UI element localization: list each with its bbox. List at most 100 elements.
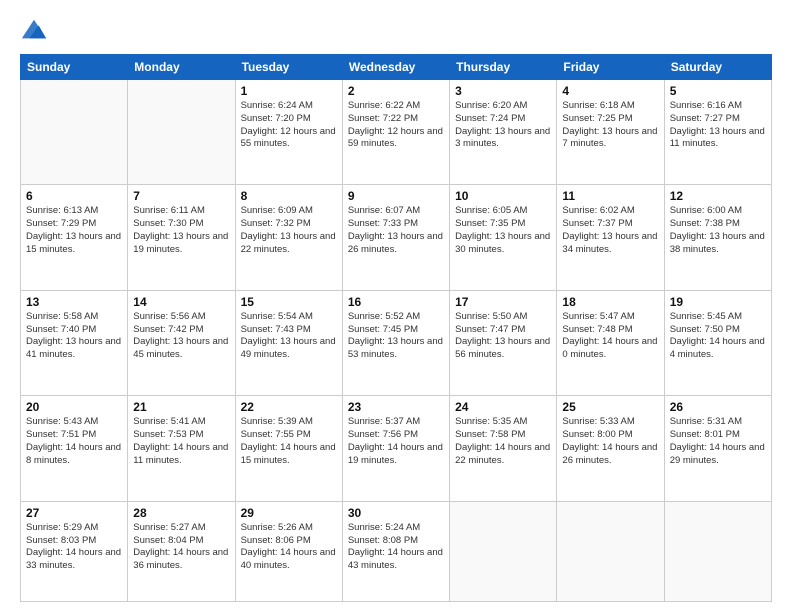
calendar-cell: 11 Sunrise: 6:02 AMSunset: 7:37 PMDayligh… bbox=[557, 185, 664, 290]
day-number: 18 bbox=[562, 295, 658, 309]
calendar-cell: 13 Sunrise: 5:58 AMSunset: 7:40 PMDayligh… bbox=[21, 290, 128, 395]
day-number: 6 bbox=[26, 189, 122, 203]
day-number: 28 bbox=[133, 506, 229, 520]
day-number: 26 bbox=[670, 400, 766, 414]
header bbox=[20, 16, 772, 44]
day-number: 17 bbox=[455, 295, 551, 309]
day-info: Sunrise: 6:09 AMSunset: 7:32 PMDaylight:… bbox=[241, 205, 337, 256]
day-info: Sunrise: 5:35 AMSunset: 7:58 PMDaylight:… bbox=[455, 416, 551, 467]
day-info: Sunrise: 5:39 AMSunset: 7:55 PMDaylight:… bbox=[241, 416, 337, 467]
calendar-cell: 26 Sunrise: 5:31 AMSunset: 8:01 PMDayligh… bbox=[664, 396, 771, 501]
day-number: 24 bbox=[455, 400, 551, 414]
day-number: 16 bbox=[348, 295, 444, 309]
calendar-table: SundayMondayTuesdayWednesdayThursdayFrid… bbox=[20, 54, 772, 602]
day-number: 10 bbox=[455, 189, 551, 203]
day-number: 19 bbox=[670, 295, 766, 309]
day-info: Sunrise: 6:16 AMSunset: 7:27 PMDaylight:… bbox=[670, 100, 766, 151]
day-number: 27 bbox=[26, 506, 122, 520]
calendar-cell bbox=[450, 501, 557, 601]
calendar-cell: 29Sunrise: 5:26 AMSunset: 8:06 PMDayligh… bbox=[235, 501, 342, 601]
day-number: 25 bbox=[562, 400, 658, 414]
calendar-cell: 18 Sunrise: 5:47 AMSunset: 7:48 PMDayligh… bbox=[557, 290, 664, 395]
day-number: 14 bbox=[133, 295, 229, 309]
calendar-cell: 25Sunrise: 5:33 AMSunset: 8:00 PMDayligh… bbox=[557, 396, 664, 501]
day-info: Sunrise: 5:58 AMSunset: 7:40 PMDaylight:… bbox=[26, 311, 122, 362]
calendar-cell: 8 Sunrise: 6:09 AMSunset: 7:32 PMDaylight… bbox=[235, 185, 342, 290]
calendar-cell: 27 Sunrise: 5:29 AMSunset: 8:03 PMDayligh… bbox=[21, 501, 128, 601]
day-info: Sunrise: 5:26 AMSunset: 8:06 PMDaylight:… bbox=[241, 522, 337, 573]
day-number: 11 bbox=[562, 189, 658, 203]
day-info: Sunrise: 5:54 AMSunset: 7:43 PMDaylight:… bbox=[241, 311, 337, 362]
day-info: Sunrise: 6:00 AMSunset: 7:38 PMDaylight:… bbox=[670, 205, 766, 256]
day-info: Sunrise: 6:18 AMSunset: 7:25 PMDaylight:… bbox=[562, 100, 658, 151]
day-info: Sunrise: 6:22 AMSunset: 7:22 PMDaylight:… bbox=[348, 100, 444, 151]
calendar-cell: 23Sunrise: 5:37 AMSunset: 7:56 PMDayligh… bbox=[342, 396, 449, 501]
logo bbox=[20, 16, 52, 44]
day-number: 7 bbox=[133, 189, 229, 203]
day-number: 13 bbox=[26, 295, 122, 309]
day-number: 1 bbox=[241, 84, 337, 98]
day-info: Sunrise: 5:29 AMSunset: 8:03 PMDaylight:… bbox=[26, 522, 122, 573]
day-number: 15 bbox=[241, 295, 337, 309]
calendar-cell: 17 Sunrise: 5:50 AMSunset: 7:47 PMDayligh… bbox=[450, 290, 557, 395]
calendar-week-row: 27 Sunrise: 5:29 AMSunset: 8:03 PMDayligh… bbox=[21, 501, 772, 601]
calendar-cell: 30 Sunrise: 5:24 AMSunset: 8:08 PMDayligh… bbox=[342, 501, 449, 601]
day-info: Sunrise: 6:24 AMSunset: 7:20 PMDaylight:… bbox=[241, 100, 337, 151]
weekday-header-monday: Monday bbox=[128, 55, 235, 80]
calendar-cell: 12 Sunrise: 6:00 AMSunset: 7:38 PMDayligh… bbox=[664, 185, 771, 290]
calendar-week-row: 1 Sunrise: 6:24 AMSunset: 7:20 PMDaylight… bbox=[21, 80, 772, 185]
calendar-cell: 1 Sunrise: 6:24 AMSunset: 7:20 PMDaylight… bbox=[235, 80, 342, 185]
calendar-cell bbox=[128, 80, 235, 185]
calendar-cell: 21 Sunrise: 5:41 AMSunset: 7:53 PMDayligh… bbox=[128, 396, 235, 501]
calendar-cell: 24 Sunrise: 5:35 AMSunset: 7:58 PMDayligh… bbox=[450, 396, 557, 501]
day-number: 9 bbox=[348, 189, 444, 203]
calendar-cell: 4 Sunrise: 6:18 AMSunset: 7:25 PMDaylight… bbox=[557, 80, 664, 185]
weekday-header-wednesday: Wednesday bbox=[342, 55, 449, 80]
calendar-cell: 15 Sunrise: 5:54 AMSunset: 7:43 PMDayligh… bbox=[235, 290, 342, 395]
day-info: Sunrise: 5:31 AMSunset: 8:01 PMDaylight:… bbox=[670, 416, 766, 467]
calendar-week-row: 13 Sunrise: 5:58 AMSunset: 7:40 PMDayligh… bbox=[21, 290, 772, 395]
day-number: 8 bbox=[241, 189, 337, 203]
day-info: Sunrise: 6:02 AMSunset: 7:37 PMDaylight:… bbox=[562, 205, 658, 256]
day-info: Sunrise: 5:27 AMSunset: 8:04 PMDaylight:… bbox=[133, 522, 229, 573]
calendar-cell: 2 Sunrise: 6:22 AMSunset: 7:22 PMDaylight… bbox=[342, 80, 449, 185]
day-info: Sunrise: 6:20 AMSunset: 7:24 PMDaylight:… bbox=[455, 100, 551, 151]
day-number: 22 bbox=[241, 400, 337, 414]
day-info: Sunrise: 5:37 AMSunset: 7:56 PMDaylight:… bbox=[348, 416, 444, 467]
logo-icon bbox=[20, 16, 48, 44]
calendar-cell: 16 Sunrise: 5:52 AMSunset: 7:45 PMDayligh… bbox=[342, 290, 449, 395]
weekday-header-friday: Friday bbox=[557, 55, 664, 80]
day-info: Sunrise: 6:05 AMSunset: 7:35 PMDaylight:… bbox=[455, 205, 551, 256]
day-info: Sunrise: 5:43 AMSunset: 7:51 PMDaylight:… bbox=[26, 416, 122, 467]
page: SundayMondayTuesdayWednesdayThursdayFrid… bbox=[0, 0, 792, 612]
calendar-cell: 22 Sunrise: 5:39 AMSunset: 7:55 PMDayligh… bbox=[235, 396, 342, 501]
weekday-header-thursday: Thursday bbox=[450, 55, 557, 80]
calendar-cell: 20 Sunrise: 5:43 AMSunset: 7:51 PMDayligh… bbox=[21, 396, 128, 501]
day-number: 30 bbox=[348, 506, 444, 520]
day-number: 12 bbox=[670, 189, 766, 203]
day-number: 2 bbox=[348, 84, 444, 98]
calendar-cell bbox=[557, 501, 664, 601]
calendar-cell: 9 Sunrise: 6:07 AMSunset: 7:33 PMDaylight… bbox=[342, 185, 449, 290]
calendar-cell bbox=[21, 80, 128, 185]
calendar-week-row: 6Sunrise: 6:13 AMSunset: 7:29 PMDaylight… bbox=[21, 185, 772, 290]
calendar-cell: 7Sunrise: 6:11 AMSunset: 7:30 PMDaylight… bbox=[128, 185, 235, 290]
calendar-cell: 6Sunrise: 6:13 AMSunset: 7:29 PMDaylight… bbox=[21, 185, 128, 290]
day-number: 3 bbox=[455, 84, 551, 98]
day-info: Sunrise: 5:56 AMSunset: 7:42 PMDaylight:… bbox=[133, 311, 229, 362]
day-info: Sunrise: 5:50 AMSunset: 7:47 PMDaylight:… bbox=[455, 311, 551, 362]
day-info: Sunrise: 6:07 AMSunset: 7:33 PMDaylight:… bbox=[348, 205, 444, 256]
calendar-cell: 28 Sunrise: 5:27 AMSunset: 8:04 PMDayligh… bbox=[128, 501, 235, 601]
weekday-header-tuesday: Tuesday bbox=[235, 55, 342, 80]
day-number: 4 bbox=[562, 84, 658, 98]
day-info: Sunrise: 5:41 AMSunset: 7:53 PMDaylight:… bbox=[133, 416, 229, 467]
day-info: Sunrise: 5:47 AMSunset: 7:48 PMDaylight:… bbox=[562, 311, 658, 362]
calendar-cell: 5 Sunrise: 6:16 AMSunset: 7:27 PMDaylight… bbox=[664, 80, 771, 185]
day-info: Sunrise: 5:24 AMSunset: 8:08 PMDaylight:… bbox=[348, 522, 444, 573]
day-info: Sunrise: 5:52 AMSunset: 7:45 PMDaylight:… bbox=[348, 311, 444, 362]
day-number: 21 bbox=[133, 400, 229, 414]
calendar-header-row: SundayMondayTuesdayWednesdayThursdayFrid… bbox=[21, 55, 772, 80]
day-number: 20 bbox=[26, 400, 122, 414]
calendar-cell: 19Sunrise: 5:45 AMSunset: 7:50 PMDayligh… bbox=[664, 290, 771, 395]
day-number: 5 bbox=[670, 84, 766, 98]
